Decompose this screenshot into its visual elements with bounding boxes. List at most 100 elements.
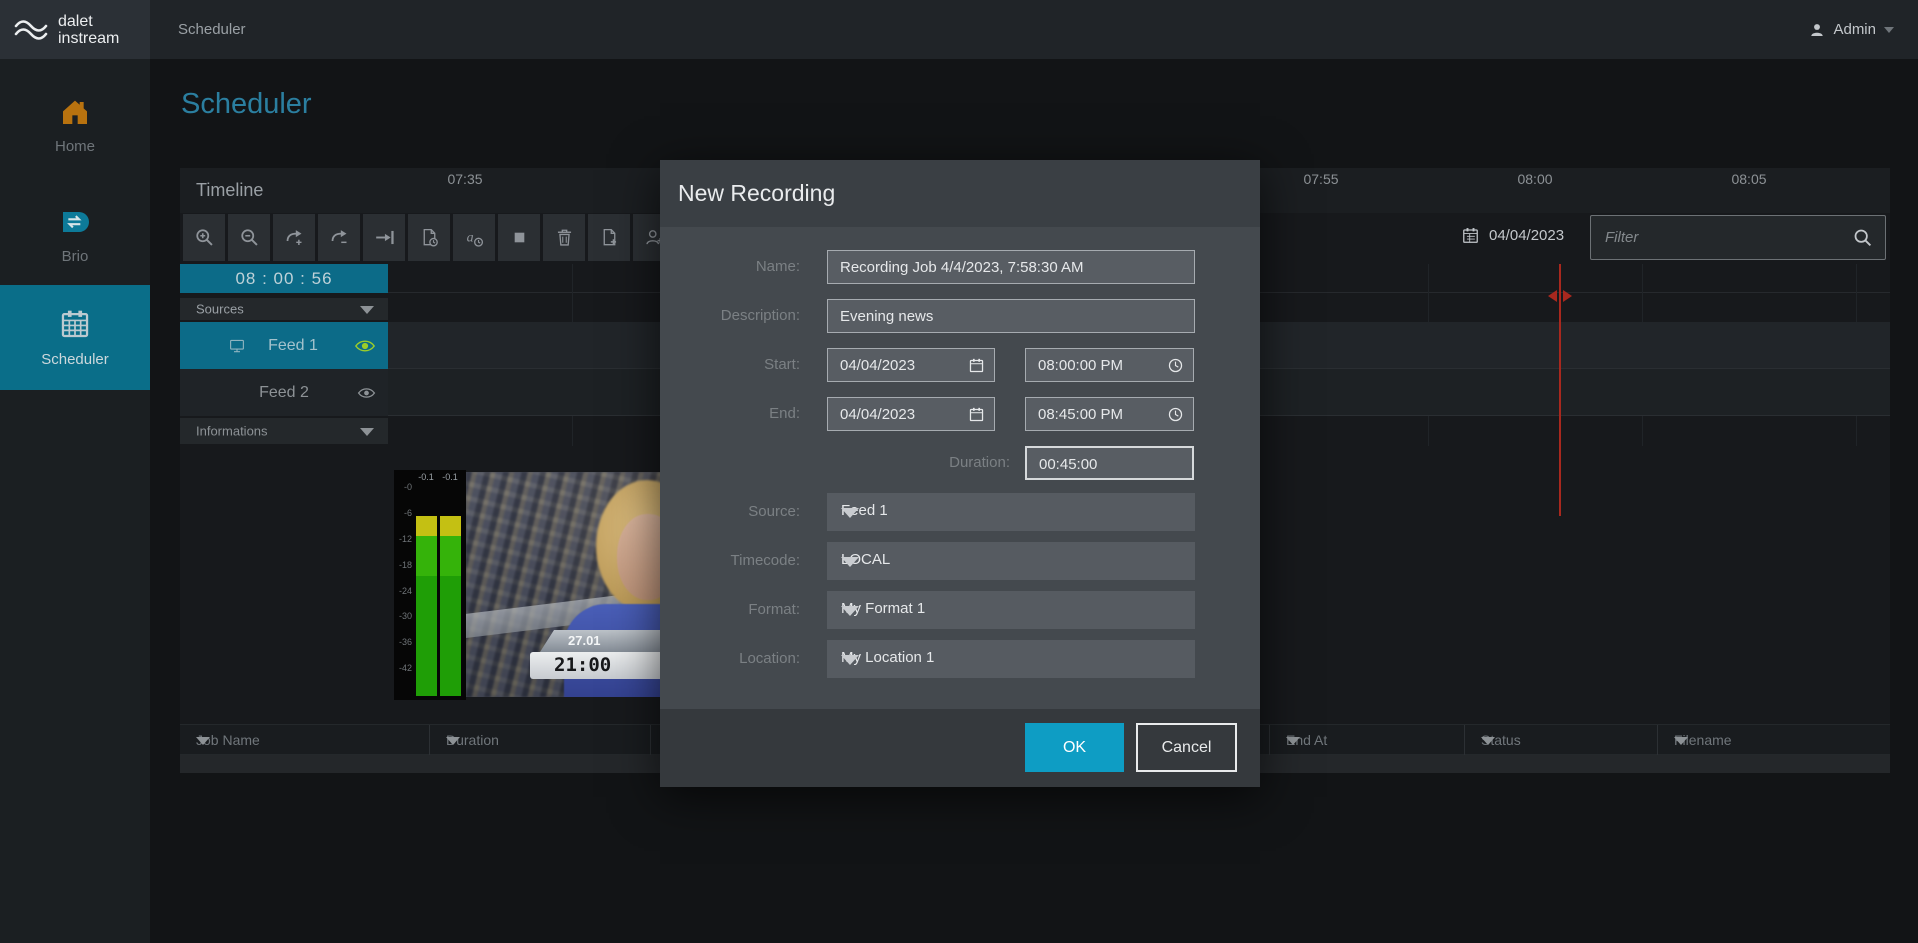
logo-line2: instream bbox=[58, 30, 119, 47]
search-icon bbox=[1852, 227, 1873, 248]
end-time-input[interactable] bbox=[1038, 398, 1165, 430]
start-time-field bbox=[1025, 348, 1194, 382]
broadcast-time: 21:00 bbox=[554, 654, 611, 676]
collapse-triangle-icon[interactable] bbox=[360, 306, 374, 314]
location-select[interactable]: My Location 1 bbox=[827, 640, 1195, 678]
calendar-icon[interactable] bbox=[968, 357, 985, 374]
app-window: dalet instream Scheduler Admin Home bbox=[0, 0, 1918, 943]
eye-icon[interactable] bbox=[357, 385, 376, 400]
dalet-instream-logo: dalet instream bbox=[0, 0, 150, 59]
delete-button[interactable] bbox=[543, 214, 585, 261]
ruler-tick: 07:35 bbox=[447, 171, 482, 187]
timecode-label: Timecode: bbox=[660, 552, 800, 569]
cancel-button[interactable]: Cancel bbox=[1136, 723, 1237, 772]
column-job-name[interactable]: Job Name bbox=[180, 725, 430, 756]
svg-text:a: a bbox=[466, 230, 473, 245]
column-filename[interactable]: Filename bbox=[1658, 725, 1890, 756]
go-to-playhead-button[interactable] bbox=[363, 214, 405, 261]
start-date-input[interactable] bbox=[840, 349, 966, 381]
meter-scale: -6 bbox=[394, 508, 412, 518]
clock-icon[interactable] bbox=[1167, 357, 1184, 374]
add-file-button[interactable] bbox=[588, 214, 630, 261]
stop-button[interactable] bbox=[498, 214, 540, 261]
feed1-row[interactable]: Feed 1 bbox=[180, 322, 388, 369]
sort-triangle-icon[interactable] bbox=[1286, 737, 1300, 745]
redo-remove-button[interactable] bbox=[318, 214, 360, 261]
ruler-tick: 08:00 bbox=[1517, 171, 1552, 187]
timecode-select[interactable]: LOCAL bbox=[827, 542, 1195, 580]
calendar-icon[interactable] bbox=[968, 406, 985, 423]
new-text-job-button[interactable]: a bbox=[453, 214, 495, 261]
sidebar-item-brio[interactable]: Brio bbox=[0, 189, 150, 281]
file-plus-icon bbox=[599, 227, 620, 248]
user-menu[interactable]: Admin bbox=[1809, 0, 1894, 59]
peak-value-left: -0.1 bbox=[415, 472, 437, 482]
sources-group-row[interactable]: Sources bbox=[180, 298, 388, 320]
duration-field bbox=[1025, 446, 1194, 480]
feed2-row[interactable]: Feed 2 bbox=[180, 369, 388, 416]
logo-text: dalet instream bbox=[58, 13, 119, 47]
sort-triangle-icon[interactable] bbox=[196, 737, 210, 745]
sort-triangle-icon[interactable] bbox=[1674, 737, 1688, 745]
sidebar-item-home[interactable]: Home bbox=[0, 79, 150, 171]
redo-add-button[interactable] bbox=[273, 214, 315, 261]
sort-triangle-icon[interactable] bbox=[446, 737, 460, 745]
redo-add-icon bbox=[284, 227, 305, 248]
sidebar-item-label: Brio bbox=[62, 248, 89, 265]
playhead-right-arrow-icon[interactable] bbox=[1563, 290, 1572, 302]
sources-label: Sources bbox=[196, 302, 244, 317]
new-file-job-button[interactable] bbox=[408, 214, 450, 261]
playhead-left-arrow-icon[interactable] bbox=[1548, 290, 1557, 302]
meter-scale: -24 bbox=[394, 586, 412, 596]
timeline-date-picker[interactable]: 04/04/2023 bbox=[1461, 226, 1564, 245]
ok-button[interactable]: OK bbox=[1025, 723, 1124, 772]
filter-input[interactable] bbox=[1605, 216, 1835, 259]
eye-visible-icon[interactable] bbox=[354, 337, 376, 355]
start-time-input[interactable] bbox=[1038, 349, 1165, 381]
dropdown-triangle-icon bbox=[841, 606, 859, 616]
page-title: Scheduler bbox=[181, 88, 312, 121]
logo-line1: dalet bbox=[58, 13, 119, 30]
duration-input[interactable] bbox=[1039, 448, 1184, 480]
column-end-at[interactable]: End At bbox=[1270, 725, 1465, 756]
timeline-date: 04/04/2023 bbox=[1489, 227, 1564, 244]
meter-scale: -0 bbox=[394, 482, 412, 492]
end-label: End: bbox=[660, 405, 800, 422]
clock-icon[interactable] bbox=[1167, 406, 1184, 423]
meter-scale: -18 bbox=[394, 560, 412, 570]
column-status[interactable]: Status bbox=[1465, 725, 1658, 756]
calendar-icon bbox=[1461, 226, 1480, 245]
format-select[interactable]: My Format 1 bbox=[827, 591, 1195, 629]
sidebar-item-scheduler[interactable]: Scheduler bbox=[0, 285, 150, 390]
dialog-footer: OK Cancel bbox=[660, 709, 1260, 787]
informations-group-row[interactable]: Informations bbox=[180, 418, 388, 444]
app-title: Scheduler bbox=[178, 0, 246, 59]
name-field bbox=[827, 250, 1195, 284]
dialog-title: New Recording bbox=[678, 180, 835, 207]
description-input[interactable] bbox=[840, 300, 1186, 332]
end-date-input[interactable] bbox=[840, 398, 966, 430]
sort-triangle-icon[interactable] bbox=[1481, 737, 1495, 745]
zoom-in-button[interactable] bbox=[183, 214, 225, 261]
name-input[interactable] bbox=[840, 251, 1186, 283]
broadcast-date: 27.01 bbox=[568, 633, 601, 648]
ruler-tick: 08:05 bbox=[1731, 171, 1766, 187]
dropdown-triangle-icon bbox=[841, 655, 859, 665]
audio-meter-bar-right bbox=[440, 516, 461, 696]
meter-scale: -42 bbox=[394, 663, 412, 673]
playhead-line[interactable] bbox=[1559, 264, 1561, 516]
location-label: Location: bbox=[660, 650, 800, 667]
trash-icon bbox=[554, 227, 575, 248]
source-select[interactable]: Feed 1 bbox=[827, 493, 1195, 531]
column-duration[interactable]: Duration bbox=[430, 725, 651, 756]
ruler-tick: 07:55 bbox=[1303, 171, 1338, 187]
format-label: Format: bbox=[660, 601, 800, 618]
filter-field bbox=[1590, 215, 1886, 260]
file-clock-icon bbox=[419, 227, 440, 248]
collapse-triangle-icon[interactable] bbox=[360, 428, 374, 436]
go-to-playhead-icon bbox=[374, 227, 395, 248]
waves-logo-icon bbox=[12, 13, 50, 47]
zoom-out-button[interactable] bbox=[228, 214, 270, 261]
peak-value-right: -0.1 bbox=[439, 472, 461, 482]
meter-scale: -12 bbox=[394, 534, 412, 544]
